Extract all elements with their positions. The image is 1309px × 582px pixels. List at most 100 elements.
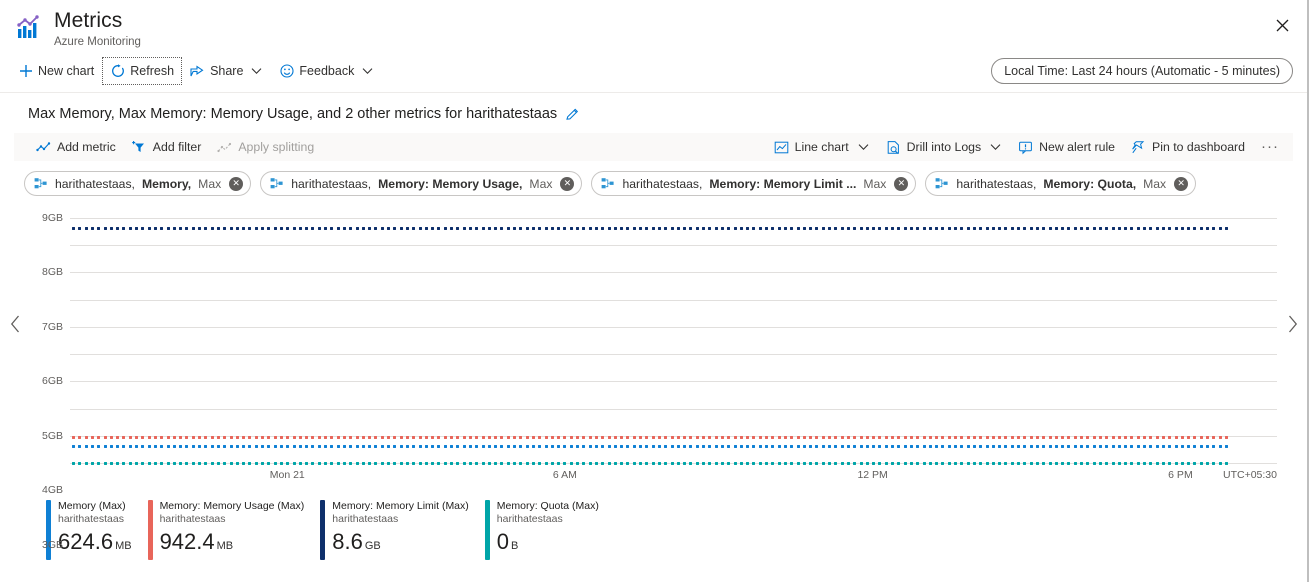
drill-into-logs-label: Drill into Logs bbox=[906, 140, 982, 154]
legend-item[interactable]: Memory (Max) harithatestaas 624.6 MB bbox=[46, 500, 148, 560]
chevron-down-icon bbox=[857, 141, 870, 154]
metric-chip[interactable]: harithatestaas, Memory, Max ✕ bbox=[24, 171, 252, 196]
new-alert-rule-label: New alert rule bbox=[1039, 140, 1116, 154]
chip-aggregation: Max bbox=[1143, 176, 1167, 191]
share-label: Share bbox=[210, 64, 244, 78]
chip-metric: Memory: Quota, bbox=[1043, 176, 1137, 191]
page-title: Metrics bbox=[54, 9, 123, 32]
chart-gridline: 2GB bbox=[70, 408, 1277, 410]
pin-to-dashboard-label: Pin to dashboard bbox=[1152, 140, 1245, 154]
close-button[interactable] bbox=[1265, 8, 1299, 42]
legend-item[interactable]: Memory: Memory Usage (Max) harithatestaa… bbox=[147, 500, 321, 560]
add-filter-label: Add filter bbox=[152, 140, 202, 154]
chart-gridline: 5GB bbox=[42, 326, 1277, 442]
legend-item[interactable]: Memory: Quota (Max) harithatestaas 0B bbox=[484, 500, 615, 560]
close-icon[interactable]: ✕ bbox=[560, 176, 575, 191]
chart-gridline: 9GB bbox=[42, 212, 1277, 224]
line-chart-label: Line chart bbox=[794, 140, 849, 154]
chip-resource: harithatestaas, bbox=[622, 176, 703, 191]
legend-item[interactable]: Memory: Memory Limit (Max) harithatestaa… bbox=[320, 500, 485, 560]
legend-metric-name: Memory (Max) bbox=[58, 500, 126, 512]
chart-gridline: 8GB bbox=[42, 245, 1277, 278]
page-subtitle: Azure Monitoring bbox=[54, 36, 141, 48]
resource-icon bbox=[935, 177, 949, 191]
y-axis-tick-label: 7GB bbox=[41, 320, 63, 333]
pencil-icon[interactable] bbox=[565, 107, 580, 122]
resource-icon bbox=[270, 177, 284, 191]
drill-into-logs-button[interactable]: Drill into Logs bbox=[878, 134, 1011, 160]
line-chart-icon bbox=[774, 140, 789, 155]
chart-series-line bbox=[72, 444, 1232, 448]
new-chart-button[interactable]: New chart bbox=[10, 57, 102, 85]
legend-value: 0B bbox=[496, 529, 519, 554]
share-icon bbox=[190, 64, 205, 79]
x-axis-tick-label: 6 AM bbox=[552, 469, 577, 481]
legend-resource-name: harithatestaas bbox=[332, 513, 399, 525]
apply-splitting-button: Apply splitting bbox=[209, 134, 322, 160]
chart-gridline: 6GB bbox=[42, 299, 1277, 387]
legend-metric-name: Memory: Quota (Max) bbox=[496, 500, 599, 512]
close-icon[interactable]: ✕ bbox=[229, 176, 244, 191]
y-axis-tick-label: 5GB bbox=[41, 429, 63, 442]
chip-resource: harithatestaas, bbox=[55, 176, 135, 191]
chip-aggregation: Max bbox=[198, 176, 222, 191]
x-axis-tick-label: 12 PM bbox=[857, 469, 888, 481]
legend-unit: GB bbox=[364, 540, 381, 552]
legend-color-swatch bbox=[484, 500, 490, 560]
line-chart-button[interactable]: Line chart bbox=[766, 134, 878, 160]
metric-chip[interactable]: harithatestaas, Memory: Memory Usage, Ma… bbox=[260, 171, 583, 196]
apply-splitting-label: Apply splitting bbox=[238, 140, 315, 154]
new-chart-label: New chart bbox=[38, 64, 95, 78]
y-axis-tick-label: 6GB bbox=[41, 375, 63, 388]
add-filter-button[interactable]: Add filter bbox=[124, 134, 210, 160]
resource-icon bbox=[34, 177, 48, 191]
legend-value: 624.6 MB bbox=[58, 529, 132, 554]
y-axis-tick-label: 8GB bbox=[41, 266, 63, 279]
chart-canvas: 0B1GB2GB3GB4GB5GB6GB7GB8GB9GBMon 216 AM1… bbox=[0, 208, 1307, 551]
new-alert-rule-button[interactable]: New alert rule bbox=[1010, 134, 1123, 160]
add-metric-button[interactable]: Add metric bbox=[28, 134, 124, 160]
more-options-button[interactable]: ··· bbox=[1253, 139, 1287, 154]
chart-scroll-left[interactable] bbox=[6, 315, 24, 337]
pin-to-dashboard-button[interactable]: Pin to dashboard bbox=[1123, 134, 1253, 160]
feedback-label: Feedback bbox=[299, 64, 355, 78]
chart-scroll-right[interactable] bbox=[1283, 315, 1301, 337]
time-range-picker[interactable]: Local Time: Last 24 hours (Automatic - 5… bbox=[991, 58, 1293, 84]
chart-gridline: 4GB bbox=[42, 354, 1277, 496]
metric-chips: harithatestaas, Memory, Max ✕ harithates… bbox=[0, 161, 1307, 196]
legend-unit: B bbox=[511, 540, 519, 552]
metric-chip[interactable]: harithatestaas, Memory: Memory Limit ...… bbox=[591, 171, 917, 196]
chart-series-line bbox=[72, 461, 1232, 465]
refresh-button[interactable]: Refresh bbox=[102, 57, 183, 85]
legend-unit: MB bbox=[216, 540, 234, 552]
filter-icon bbox=[131, 140, 147, 155]
chevron-down-icon bbox=[250, 65, 263, 78]
chart-series-line bbox=[72, 436, 1232, 440]
chevron-right-icon bbox=[1287, 315, 1298, 338]
y-axis-tick-label: 9GB bbox=[41, 212, 63, 224]
legend-resource-name: harithatestaas bbox=[159, 513, 226, 525]
feedback-button[interactable]: Feedback bbox=[271, 57, 382, 85]
chip-aggregation: Max bbox=[863, 176, 887, 191]
chip-resource: harithatestaas, bbox=[291, 176, 372, 191]
chart-plot-area[interactable]: 0B1GB2GB3GB4GB5GB6GB7GB8GB9GBMon 216 AM1… bbox=[42, 212, 1277, 551]
metric-chip[interactable]: harithatestaas, Memory: Quota, Max ✕ bbox=[925, 171, 1197, 196]
legend-value: 942.4 MB bbox=[159, 529, 234, 554]
resource-icon bbox=[601, 177, 615, 191]
chip-resource: harithatestaas, bbox=[956, 176, 1037, 191]
legend-unit: MB bbox=[115, 540, 132, 552]
chip-metric: Memory: Memory Usage, bbox=[378, 176, 523, 191]
legend-color-swatch bbox=[320, 500, 326, 560]
close-icon[interactable]: ✕ bbox=[894, 176, 909, 191]
y-axis-tick-label: 4GB bbox=[41, 484, 63, 497]
legend-value: 8.6 GB bbox=[332, 529, 381, 554]
legend-resource-name: harithatestaas bbox=[58, 513, 124, 525]
share-button[interactable]: Share bbox=[182, 57, 271, 85]
metrics-chart-icon bbox=[14, 14, 42, 42]
alert-icon bbox=[1018, 140, 1033, 155]
timezone-label: UTC+05:30 bbox=[1223, 469, 1277, 481]
smiley-icon bbox=[279, 64, 294, 79]
close-icon[interactable]: ✕ bbox=[1174, 176, 1189, 191]
chart-gridline: 7GB bbox=[42, 272, 1277, 333]
chip-aggregation: Max bbox=[529, 176, 553, 191]
